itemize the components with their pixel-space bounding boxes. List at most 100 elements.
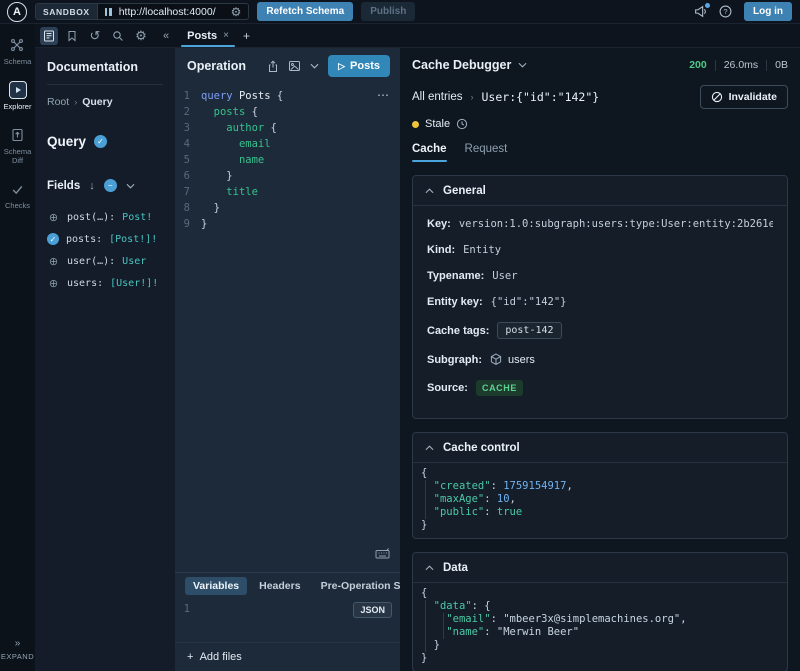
code-line: }: [201, 200, 220, 216]
settings-gear-icon[interactable]: ⚙: [132, 27, 150, 45]
response-view-select[interactable]: Cache Debugger: [412, 58, 527, 72]
help-icon[interactable]: ?: [719, 5, 732, 18]
connection-settings-gear-icon[interactable]: ⚙: [224, 6, 249, 18]
sandbox-badge: SANDBOX: [36, 4, 98, 19]
line-number: 9: [175, 216, 201, 232]
code-line: name: [201, 152, 264, 168]
code-line: "maxAge": 10,: [421, 493, 787, 506]
code-editor-row: 3 author {: [175, 120, 400, 136]
field-checked-icon: ✓: [47, 233, 59, 245]
row-label: Subgraph:: [427, 354, 482, 366]
general-row-kind: Kind:Entity: [427, 244, 773, 256]
clock-icon[interactable]: [456, 118, 468, 130]
code-editor-row: 9}: [175, 216, 400, 232]
run-options-chevron-icon[interactable]: [310, 63, 319, 69]
new-tab-icon[interactable]: +: [243, 29, 250, 43]
apollo-logo[interactable]: A: [7, 2, 27, 22]
code-line: }: [421, 519, 787, 532]
code-line: title: [201, 184, 258, 200]
doc-field-row[interactable]: ✓posts:[Post!]!: [47, 228, 163, 250]
code-line: "email": "mbeer3x@simplemachines.org",: [421, 613, 787, 626]
export-image-icon[interactable]: [288, 60, 301, 72]
share-operation-icon[interactable]: [267, 60, 279, 73]
fields-heading: Fields: [47, 180, 80, 192]
field-name: user(…):: [67, 256, 115, 267]
tab-cache[interactable]: Cache: [412, 143, 447, 162]
documentation-panel-icon[interactable]: [40, 27, 58, 45]
endpoint-url-bar[interactable]: SANDBOX http://localhost:4000/ ⚙: [35, 3, 249, 20]
line-number: 5: [175, 152, 201, 168]
expand-rail-button[interactable]: » EXPAND: [1, 638, 34, 671]
data-section-header[interactable]: Data: [413, 553, 787, 583]
pause-polling-icon[interactable]: [105, 8, 112, 16]
announcements-icon[interactable]: [694, 5, 707, 18]
run-operation-button[interactable]: ▷ Posts: [328, 55, 390, 77]
code-line: }: [421, 652, 787, 665]
sidebar-item-schema-diff[interactable]: Schema Diff: [0, 126, 35, 165]
publish-button[interactable]: Publish: [361, 2, 415, 21]
editor-tab-headers[interactable]: Headers: [251, 577, 308, 595]
general-row-subgraph: Subgraph:users: [427, 353, 773, 366]
field-type[interactable]: User: [122, 256, 146, 267]
code-editor-row: 6 }: [175, 168, 400, 184]
collapse-panel-icon[interactable]: «: [163, 30, 169, 42]
endpoint-url[interactable]: http://localhost:4000/: [119, 6, 224, 18]
general-row-typename: Typename:User: [427, 270, 773, 282]
editor-tab-variables[interactable]: Variables: [185, 577, 247, 595]
code-editor-row: 8 }: [175, 200, 400, 216]
schema-icon: [8, 36, 26, 54]
line-number: 3: [175, 120, 201, 136]
saved-operations-icon[interactable]: [63, 27, 81, 45]
search-icon[interactable]: [109, 27, 127, 45]
line-number: 6: [175, 168, 201, 184]
row-value: Entity: [463, 244, 501, 256]
field-type[interactable]: [Post!]!: [109, 234, 157, 245]
tab-posts[interactable]: Posts ×: [181, 24, 235, 47]
field-type[interactable]: Post!: [122, 212, 152, 223]
history-icon[interactable]: ↺: [86, 27, 104, 45]
cache-control-json: { "created": 1759154917, "maxAge": 10, "…: [413, 463, 787, 538]
line-number: 7: [175, 184, 201, 200]
field-type[interactable]: [User!]!: [110, 278, 158, 289]
line-actions-icon[interactable]: ⋯: [377, 88, 390, 102]
graphql-code-editor[interactable]: 1query Posts {2 posts {3 author {4 email…: [175, 82, 400, 572]
row-label: Cache tags:: [427, 325, 489, 337]
code-line: "created": 1759154917,: [421, 480, 787, 493]
editor-tab-pre-operation-script[interactable]: Pre-Operation Script: [313, 577, 400, 595]
doc-field-row[interactable]: ⊕ user(…): User: [47, 250, 163, 272]
general-row-cache-tags: Cache tags:post-142: [427, 322, 773, 339]
data-section-card: Data { "data": { "email": "mbeer3x@simpl…: [412, 552, 788, 671]
sidebar-item-schema[interactable]: Schema: [4, 36, 32, 66]
variables-format-select[interactable]: JSON: [353, 602, 392, 618]
general-section-header[interactable]: General: [413, 176, 787, 206]
refetch-schema-button[interactable]: Refetch Schema: [257, 2, 353, 21]
cache-control-section-header[interactable]: Cache control: [413, 433, 787, 463]
fields-chevron-down-icon[interactable]: [126, 183, 135, 189]
close-tab-icon[interactable]: ×: [223, 30, 229, 41]
expand-field-icon[interactable]: ⊕: [47, 255, 60, 268]
row-label: Entity key:: [427, 296, 483, 308]
expand-field-icon[interactable]: ⊕: [47, 211, 60, 224]
code-editor-row: 7 title: [175, 184, 400, 200]
general-row-entity-key: Entity key:{"id":"142"}: [427, 296, 773, 308]
cache-entry-breadcrumb: All entries › User:{"id":"142"}: [412, 90, 599, 104]
keyboard-shortcuts-icon[interactable]: [375, 546, 390, 564]
doc-field-row[interactable]: ⊕users:[User!]!: [47, 272, 163, 294]
invalidate-button[interactable]: Invalidate: [700, 85, 788, 109]
deselect-all-icon[interactable]: −: [104, 179, 117, 192]
view-select-chevron-icon: [518, 62, 527, 68]
cube-icon: [490, 353, 502, 366]
doc-field-row[interactable]: ⊕post(…):Post!: [47, 206, 163, 228]
all-entries-link[interactable]: All entries: [412, 91, 463, 103]
sidebar-item-explorer[interactable]: Explorer: [4, 81, 32, 111]
indent-guide: [425, 600, 426, 652]
sort-fields-icon[interactable]: ↓: [89, 180, 95, 192]
sidebar-item-checks[interactable]: Checks: [5, 180, 30, 210]
breadcrumb-root[interactable]: Root: [47, 96, 69, 108]
variables-editor[interactable]: 1 JSON: [175, 598, 400, 642]
staleness-label: Stale: [425, 118, 450, 130]
login-button[interactable]: Log in: [744, 2, 792, 21]
expand-field-icon[interactable]: ⊕: [47, 277, 60, 290]
tab-request[interactable]: Request: [465, 143, 508, 162]
add-files-button[interactable]: + Add files: [175, 642, 400, 671]
